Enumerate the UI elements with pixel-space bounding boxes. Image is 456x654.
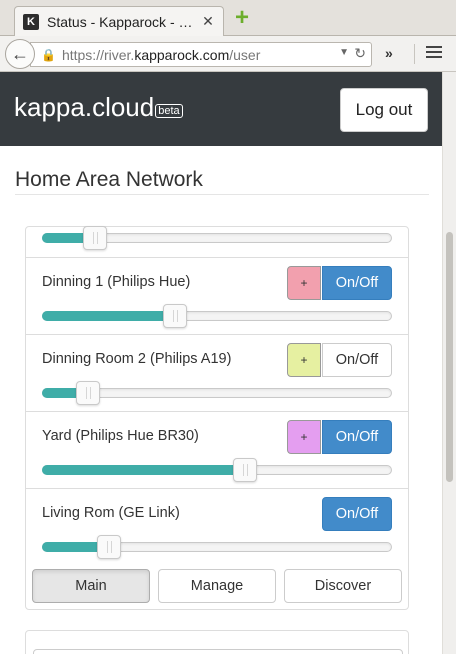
tab-discover[interactable]: Discover xyxy=(284,569,402,603)
title-divider xyxy=(15,194,429,195)
site-header: kappa.cloud beta Log out xyxy=(0,72,442,146)
device-name: Dinning Room 2 (Philips A19) xyxy=(42,351,232,367)
brightness-slider[interactable] xyxy=(42,304,392,328)
slider-thumb[interactable] xyxy=(75,381,100,405)
browser-tabbar: K Status - Kapparock - … ✕ + xyxy=(0,0,456,36)
url-bar[interactable]: 🔒 https://river.kapparock.com/user ▼ ↻ xyxy=(30,42,372,67)
scrollbar-thumb[interactable] xyxy=(446,232,453,482)
browser-navbar: 🔒 https://river.kapparock.com/user ▼ ↻ ←… xyxy=(0,36,456,72)
overflow-chevron-icon[interactable]: » xyxy=(385,45,393,61)
device-row: Living Rom (GE Link) On/Off xyxy=(26,488,408,562)
lock-icon: 🔒 xyxy=(41,47,56,62)
on-off-button[interactable]: On/Off xyxy=(322,266,392,300)
back-button[interactable]: ← xyxy=(5,39,35,69)
beta-badge: beta xyxy=(155,104,183,118)
tab-main[interactable]: Main xyxy=(32,569,150,603)
on-off-button[interactable]: On/Off xyxy=(322,420,392,454)
on-off-button[interactable]: On/Off xyxy=(322,497,392,531)
slider-thumb[interactable] xyxy=(233,458,257,482)
slider-thumb[interactable] xyxy=(96,535,121,559)
page: kappa.cloud beta Log out Home Area Networ… xyxy=(0,72,442,654)
secondary-panel-field xyxy=(33,649,403,654)
device-name: Yard (Philips Hue BR30) xyxy=(42,428,199,444)
back-arrow-icon: ← xyxy=(11,43,29,64)
toolbar-divider xyxy=(414,44,415,64)
slider-fill xyxy=(42,465,245,475)
color-plus-button[interactable]: + xyxy=(287,266,321,300)
device-row: Dinning Room 2 (Philips A19) + On/Off xyxy=(26,334,408,411)
view-tabs: Main Manage Discover xyxy=(32,569,404,603)
page-scrollbar[interactable] xyxy=(442,72,456,654)
on-off-button[interactable]: On/Off xyxy=(322,343,392,377)
url-dropdown-icon[interactable]: ▼ xyxy=(339,47,349,58)
color-plus-button[interactable]: + xyxy=(287,343,321,377)
device-panel: Dinning 1 (Philips Hue) + On/Off Dinning… xyxy=(25,226,409,610)
kapparock-favicon-icon: K xyxy=(23,13,39,30)
tab-manage[interactable]: Manage xyxy=(158,569,276,603)
brand-logo[interactable]: kappa.cloud beta xyxy=(14,92,183,123)
device-name: Dinning 1 (Philips Hue) xyxy=(42,274,191,290)
slider-thumb[interactable] xyxy=(163,304,187,328)
reload-icon[interactable]: ↻ xyxy=(354,45,366,62)
brightness-slider[interactable] xyxy=(42,226,392,250)
close-tab-icon[interactable]: ✕ xyxy=(199,13,217,31)
browser-tab[interactable]: K Status - Kapparock - … ✕ xyxy=(14,6,224,36)
slider-thumb[interactable] xyxy=(82,226,107,250)
page-title: Home Area Network xyxy=(15,168,203,191)
tab-title: Status - Kapparock - … xyxy=(47,13,193,30)
device-row: Dinning 1 (Philips Hue) + On/Off xyxy=(26,257,408,334)
slider-fill xyxy=(42,311,175,321)
brightness-slider[interactable] xyxy=(42,381,392,405)
device-name: Living Rom (GE Link) xyxy=(42,505,180,521)
logout-button[interactable]: Log out xyxy=(340,88,428,132)
color-plus-button[interactable]: + xyxy=(287,420,321,454)
secondary-panel xyxy=(25,630,409,654)
device-row: Yard (Philips Hue BR30) + On/Off xyxy=(26,411,408,488)
url-text: https://river.kapparock.com/user xyxy=(61,46,261,63)
hamburger-menu-icon[interactable] xyxy=(426,46,442,61)
new-tab-icon[interactable]: + xyxy=(232,6,252,30)
device-row xyxy=(26,226,408,257)
brightness-slider[interactable] xyxy=(42,535,392,559)
brightness-slider[interactable] xyxy=(42,458,392,482)
